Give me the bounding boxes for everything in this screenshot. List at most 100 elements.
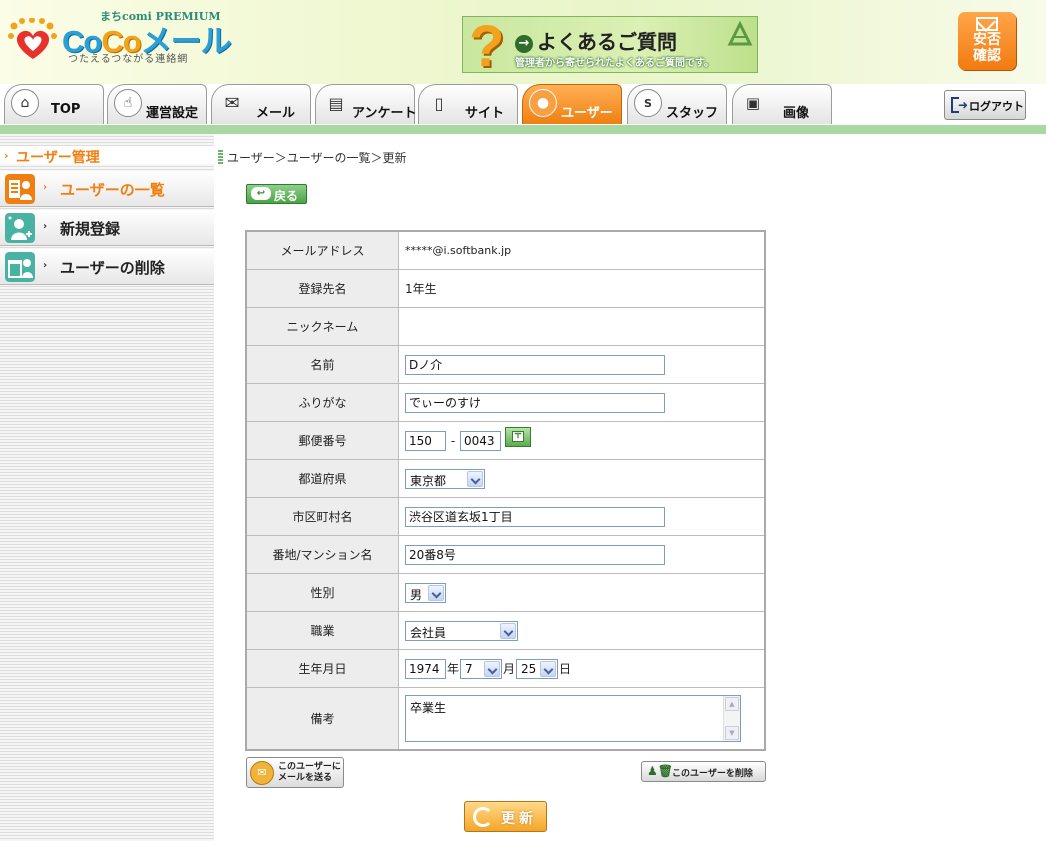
tab-images[interactable]: ▣ 画像 [732, 84, 832, 124]
address-input[interactable] [405, 544, 665, 565]
sidebar-item-delete-user[interactable]: › ユーザーの削除 [0, 249, 214, 285]
row-prefecture: 都道府県 東京都 [245, 459, 766, 498]
birthdate-label: 生年月日 [245, 649, 399, 688]
tab-mail[interactable]: ✉ メール [211, 84, 311, 124]
tab-top[interactable]: ⌂ TOP [4, 84, 104, 124]
tab-label: TOP [51, 102, 81, 117]
tab-label: スタッフ [666, 106, 719, 121]
tab-settings[interactable]: ☝ 運営設定 [107, 84, 207, 124]
back-button[interactable]: ↩ 戻る [246, 184, 307, 204]
breadcrumb-marker-icon [218, 150, 223, 164]
tab-site[interactable]: ▯ サイト [418, 84, 518, 124]
prefecture-value: 東京都 [410, 473, 447, 488]
zip2-input[interactable] [460, 430, 501, 451]
envelope-icon [976, 17, 998, 31]
birth-month-select[interactable]: 7 [460, 658, 503, 679]
row-group: 登録先名 1年生 [245, 269, 766, 308]
header: まちcomi PREMIUM CoCoメール つたえるつながる連絡網 ? → よく… [0, 0, 1046, 84]
delete-user-label: このユーザーを削除 [672, 769, 753, 779]
sidebar-item-label: ユーザーの一覧 [60, 181, 165, 199]
sidebar-title: › ユーザー管理 [0, 146, 214, 166]
row-furigana: ふりがな [245, 383, 766, 422]
chevron-down-icon [467, 470, 483, 487]
row-address: 番地/マンション名 [245, 535, 766, 574]
logo[interactable]: まちcomi PREMIUM CoCoメール つたえるつながる連絡網 [4, 6, 232, 65]
back-label: 戻る [274, 189, 299, 203]
row-job: 職業 会社員 [245, 611, 766, 650]
add-user-icon [5, 213, 35, 243]
update-label: 更新 [501, 811, 537, 827]
sidebar: › ユーザー管理 › ユーザーの一覧 › 新規登録 › ユーザーの削除 [0, 134, 214, 841]
document-icon: ▤ [328, 93, 344, 113]
tab-staff[interactable]: S スタッフ [627, 84, 727, 124]
prefecture-select[interactable]: 東京都 [405, 468, 485, 489]
birth-day-value: 25 [521, 661, 537, 676]
envelope-icon: ✉ [224, 92, 240, 114]
safety-check-button[interactable]: 安否 確認 [958, 12, 1016, 70]
scroll-up-icon[interactable]: ▲ [725, 697, 739, 711]
gender-select[interactable]: 男 [405, 582, 446, 603]
textarea-scrollbar[interactable]: ▲ ▼ [723, 696, 740, 741]
job-select[interactable]: 会社員 [405, 620, 518, 641]
postal-mark-icon: 〒 [512, 430, 524, 442]
zip-lookup-button[interactable]: 〒 [505, 426, 531, 447]
row-birthdate: 生年月日 年7 月 25 日 [245, 649, 766, 688]
name-input[interactable] [405, 354, 665, 375]
birth-day-select[interactable]: 25 [516, 658, 559, 679]
user-list-icon [5, 174, 35, 204]
chevron-right-icon: › [4, 149, 9, 162]
birth-year-input[interactable] [405, 658, 446, 679]
email-value: *****@i.softbank.jp [398, 230, 766, 270]
send-mail-label: このユーザーにメールを送る [278, 762, 341, 783]
question-mark-icon: ? [469, 14, 505, 79]
scroll-down-icon[interactable]: ▼ [725, 726, 739, 740]
zip-label: 郵便番号 [245, 421, 399, 460]
row-nickname: ニックネーム [245, 307, 766, 346]
job-value: 会社員 [410, 625, 447, 640]
main-tabs: ⌂ TOP ☝ 運営設定 ✉ メール ▤ アンケート ▯ サイト ● ユーザー … [0, 84, 1046, 125]
breadcrumb-text: ユーザー＞ユーザーの一覧＞更新 [227, 151, 407, 165]
zip1-input[interactable] [405, 430, 446, 451]
note-value: 卒業生 [410, 701, 447, 715]
gender-label: 性別 [245, 573, 399, 612]
gender-value: 男 [410, 587, 423, 602]
sidebar-item-user-list[interactable]: › ユーザーの一覧 [0, 171, 214, 207]
email-label: メールアドレス [245, 230, 399, 270]
zip-separator: - [450, 433, 456, 448]
update-button[interactable]: 更新 [464, 801, 547, 832]
tab-label: ユーザー [561, 106, 613, 121]
note-textarea[interactable]: 卒業生 ▲ ▼ [405, 695, 741, 742]
send-mail-to-user-button[interactable]: ✉ このユーザーにメールを送る [246, 757, 344, 788]
tab-label: メール [256, 106, 296, 121]
sidebar-item-new-registration[interactable]: › 新規登録 [0, 210, 214, 246]
hand-icon: ☝ [114, 89, 142, 117]
furigana-input[interactable] [405, 392, 665, 413]
faq-banner[interactable]: ? → よくあるご質問 管理者から寄せられたよくあるご質問です。 [462, 14, 758, 79]
tab-label: サイト [465, 106, 505, 121]
year-unit: 年 [447, 662, 460, 676]
chevron-down-icon [500, 622, 516, 639]
delete-user-button[interactable]: ♟🗑 このユーザーを削除 [641, 761, 766, 782]
chevron-down-icon [428, 584, 444, 601]
safety-label-line2: 確認 [973, 48, 1001, 64]
row-email: メールアドレス *****@i.softbank.jp [245, 230, 766, 270]
faq-title: → よくあるご質問 [515, 26, 677, 55]
city-input[interactable] [405, 506, 665, 527]
sidebar-item-label: ユーザーの削除 [60, 259, 165, 277]
logout-button[interactable]: ➜ ログアウト [944, 90, 1026, 120]
sidebar-item-label: 新規登録 [60, 220, 121, 238]
nickname-value [398, 307, 766, 346]
staff-icon: S [634, 89, 662, 117]
person-icon: ● [529, 89, 557, 117]
mail-user-icon: ✉ [250, 761, 274, 785]
job-label: 職業 [245, 611, 399, 650]
chevron-right-icon: › [43, 182, 48, 193]
refresh-icon [473, 807, 493, 827]
tab-user[interactable]: ● ユーザー [522, 84, 622, 124]
tab-label: アンケート [352, 106, 417, 121]
house-icon: ⌂ [11, 89, 39, 117]
pencil-icon [727, 21, 753, 46]
user-edit-form: メールアドレス *****@i.softbank.jp 登録先名 1年生 ニック… [245, 230, 766, 751]
chevron-down-icon [540, 660, 557, 677]
tab-survey[interactable]: ▤ アンケート [315, 84, 417, 124]
